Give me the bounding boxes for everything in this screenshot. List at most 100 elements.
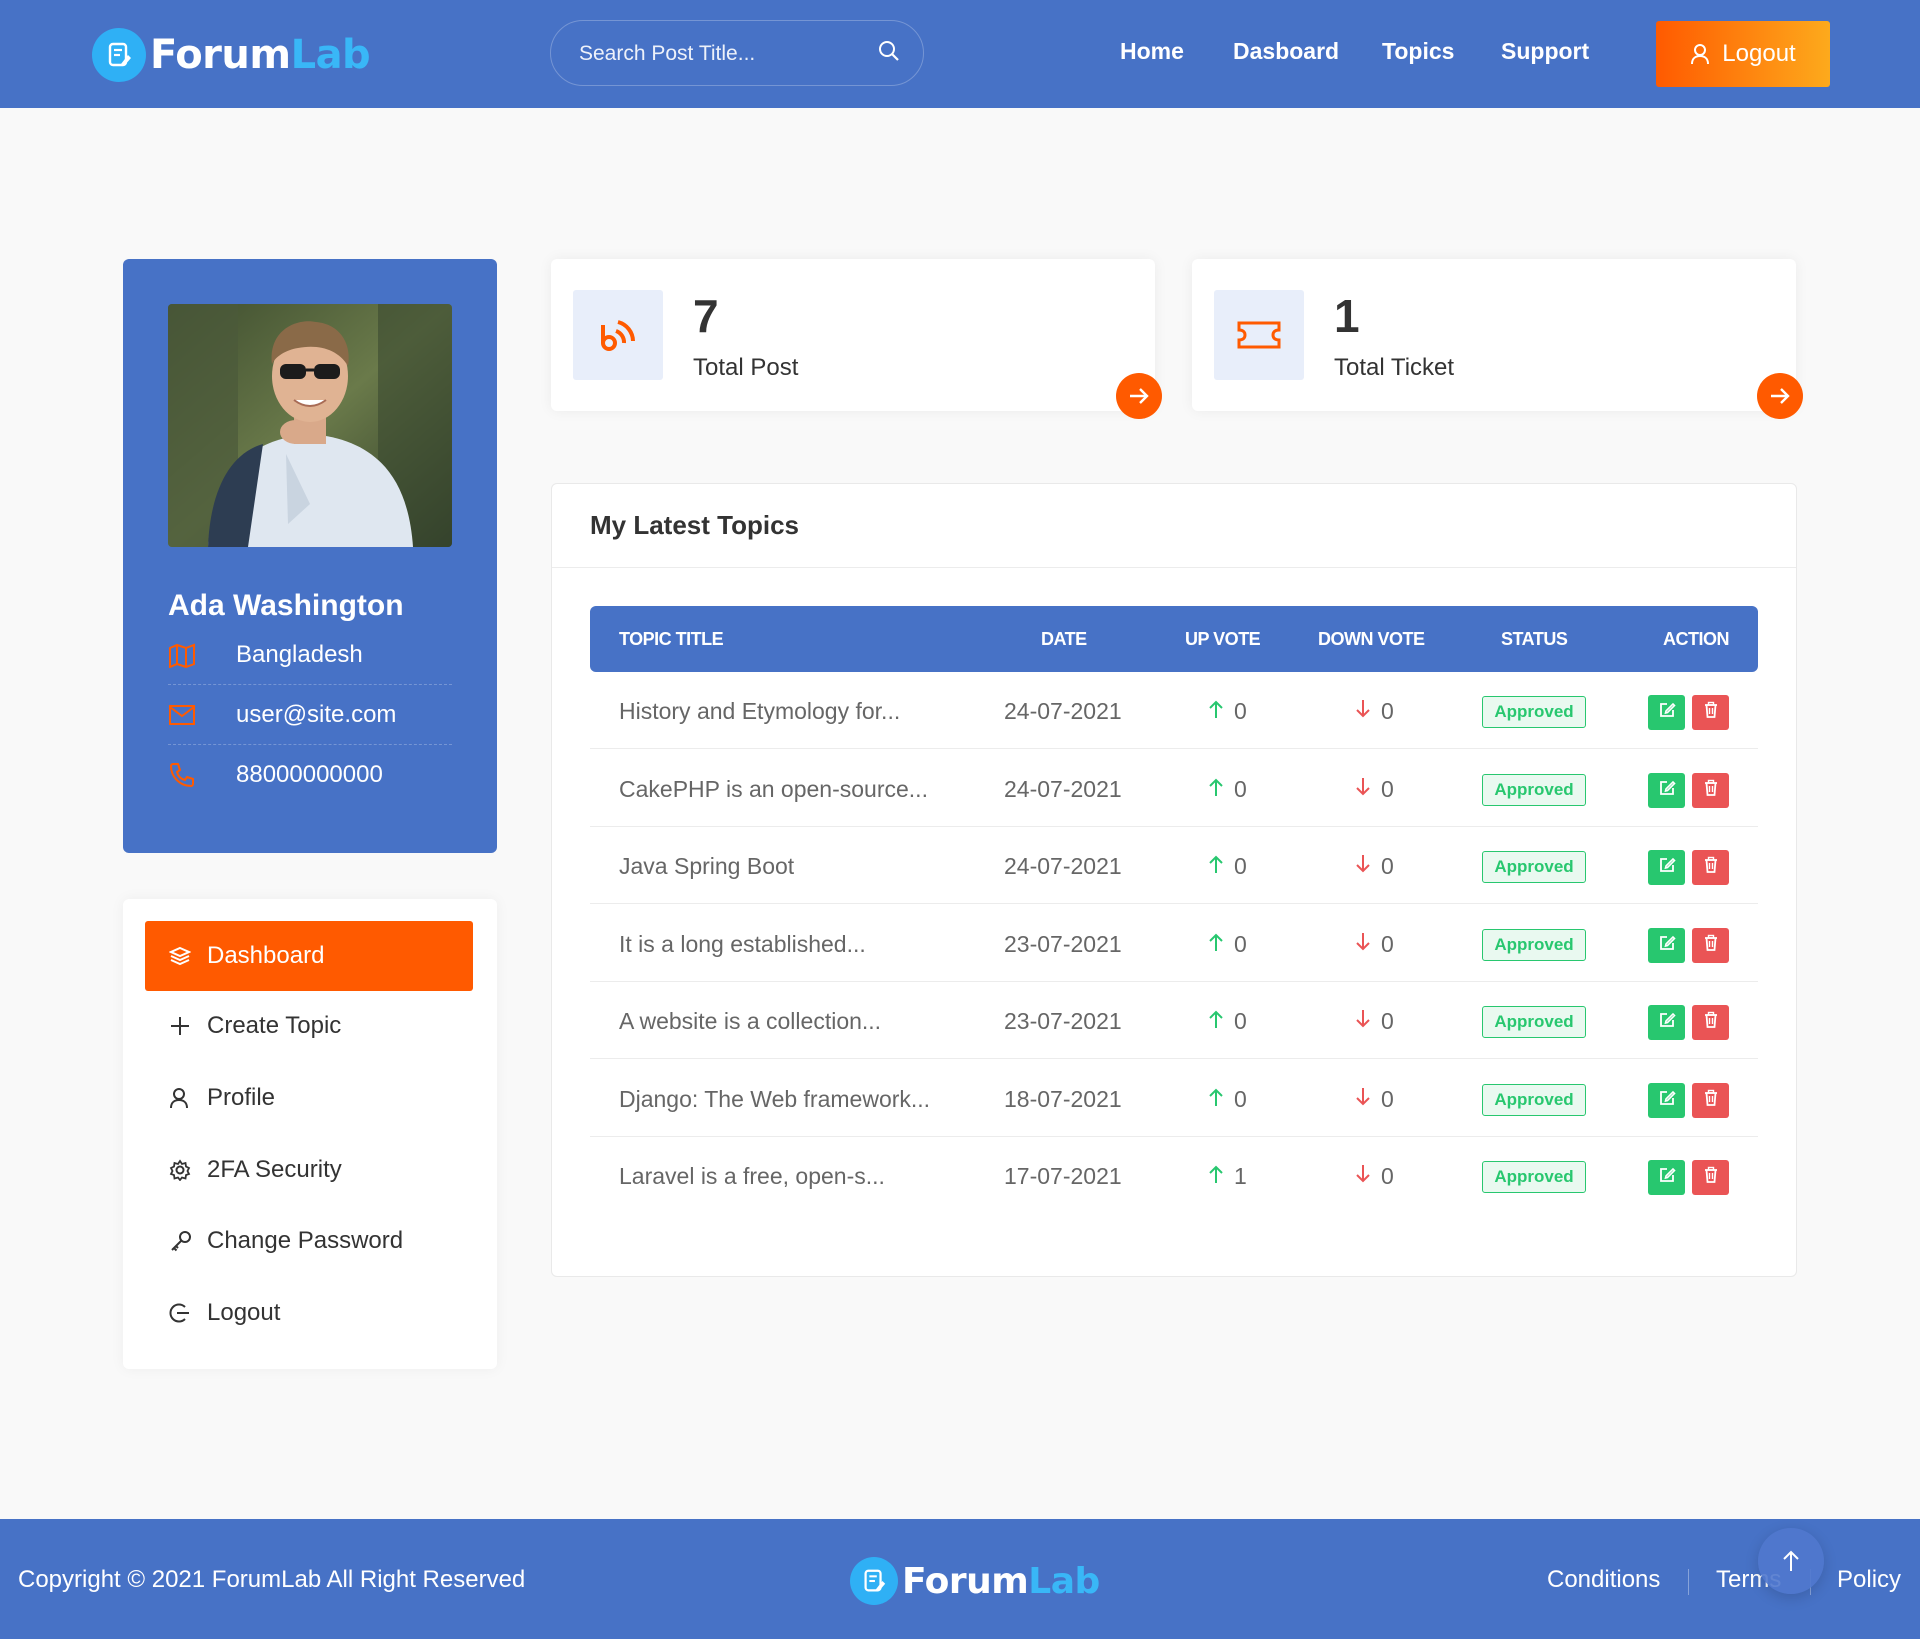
topic-title[interactable]: History and Etymology for... <box>619 698 900 725</box>
latest-topics-card: My Latest Topics TOPIC TITLE DATE UP VOT… <box>551 483 1797 1277</box>
header-logout-label: Logout <box>1722 40 1796 67</box>
nav-support[interactable]: Support <box>1501 38 1589 65</box>
gear-icon <box>169 1159 207 1181</box>
arrow-down-icon <box>1355 931 1381 958</box>
arrow-down-icon <box>1355 1163 1381 1190</box>
topic-title[interactable]: A website is a collection... <box>619 1008 881 1035</box>
plus-icon <box>169 1015 207 1037</box>
site-footer: Copyright © 2021 ForumLab All Right Rese… <box>0 1519 1920 1639</box>
edit-icon <box>1658 856 1676 879</box>
topic-date: 24-07-2021 <box>1004 698 1122 724</box>
column-header: UP VOTE <box>1185 629 1261 649</box>
edit-button[interactable] <box>1648 927 1685 963</box>
arrow-down-icon <box>1355 853 1381 880</box>
topic-date: 17-07-2021 <box>1004 1163 1122 1189</box>
edit-button[interactable] <box>1648 772 1685 808</box>
footer-link-policy[interactable]: Policy <box>1837 1566 1901 1594</box>
stat-card-total-ticket: 1 Total Ticket <box>1192 259 1803 419</box>
search-box <box>550 20 924 86</box>
delete-button[interactable] <box>1692 695 1729 730</box>
profile-email[interactable]: user@site.com <box>236 701 396 729</box>
delete-button[interactable] <box>1692 772 1729 808</box>
arrow-down-icon <box>1355 776 1381 803</box>
arrow-down-icon <box>1355 698 1381 725</box>
delete-button[interactable] <box>1692 1005 1729 1040</box>
table-header: TOPIC TITLE DATE UP VOTE DOWN VOTE STATU… <box>590 606 1758 672</box>
key-icon <box>169 1229 207 1253</box>
edit-button[interactable] <box>1648 695 1685 730</box>
delete-button[interactable] <box>1692 927 1729 963</box>
section-title: My Latest Topics <box>590 510 800 540</box>
nav-dashboard[interactable]: Dasboard <box>1233 38 1339 65</box>
column-header: STATUS <box>1501 629 1568 649</box>
menu-item-label: Dashboard <box>207 942 325 969</box>
trash-icon <box>1703 934 1719 957</box>
menu-item-change-password[interactable]: Change Password <box>145 1206 473 1276</box>
scroll-to-top-button[interactable] <box>1758 1528 1824 1594</box>
down-vote-cell: 0 <box>1355 931 1394 958</box>
stat-card-total-post: 7 Total Post <box>551 259 1162 419</box>
menu-item-logout[interactable]: Logout <box>145 1278 473 1348</box>
table-row: Java Spring Boot 24-07-2021 0 0 Approved <box>590 827 1758 904</box>
up-vote-cell: 0 <box>1208 1008 1247 1035</box>
edit-icon <box>1658 1089 1676 1112</box>
site-logo[interactable]: Forum Lab <box>92 28 371 82</box>
topic-title[interactable]: It is a long established... <box>619 931 866 958</box>
menu-item-profile[interactable]: Profile <box>145 1063 473 1133</box>
nav-home[interactable]: Home <box>1120 38 1184 65</box>
table-row: History and Etymology for... 24-07-2021 0 0… <box>590 672 1758 749</box>
column-header: TOPIC TITLE <box>619 629 724 649</box>
delete-button[interactable] <box>1692 1082 1729 1118</box>
edit-button[interactable] <box>1648 1160 1685 1195</box>
menu-item-2fa-security[interactable]: 2FA Security <box>145 1135 473 1205</box>
arrow-down-icon <box>1355 1008 1381 1035</box>
nav-topics[interactable]: Topics <box>1382 38 1454 65</box>
profile-country-row: Bangladesh <box>168 625 452 685</box>
down-vote-count: 0 <box>1381 930 1394 957</box>
status-badge: Approved <box>1482 1161 1586 1193</box>
up-vote-cell: 0 <box>1208 698 1247 725</box>
status-badge: Approved <box>1482 928 1586 961</box>
arrow-up-icon <box>1208 931 1234 958</box>
arrow-right-icon[interactable] <box>1757 373 1803 419</box>
edit-button[interactable] <box>1648 1082 1685 1118</box>
footer-logo[interactable]: Forum Lab <box>850 1557 1100 1605</box>
menu-item-dashboard[interactable]: Dashboard <box>145 921 473 991</box>
logout-icon <box>169 1302 207 1324</box>
arrow-right-icon[interactable] <box>1116 373 1162 419</box>
table-row: A website is a collection... 23-07-2021 0 0… <box>590 982 1758 1059</box>
edit-button[interactable] <box>1648 850 1685 885</box>
up-vote-count: 1 <box>1234 1163 1247 1189</box>
search-input[interactable] <box>579 39 859 69</box>
arrow-up-icon <box>1208 776 1234 803</box>
edit-icon <box>1658 779 1676 802</box>
edit-icon <box>1658 1011 1676 1034</box>
up-vote-count: 0 <box>1234 930 1247 957</box>
status-badge: Approved <box>1482 696 1586 728</box>
delete-button[interactable] <box>1692 850 1729 885</box>
topic-title[interactable]: Java Spring Boot <box>619 853 794 880</box>
topic-date: 23-07-2021 <box>1004 930 1122 957</box>
edit-button[interactable] <box>1648 1005 1685 1040</box>
topic-title[interactable]: Laravel is a free, open-s... <box>619 1163 885 1190</box>
edit-icon <box>1658 934 1676 957</box>
down-vote-cell: 0 <box>1355 698 1394 725</box>
stat-value: 7 <box>693 290 719 342</box>
stat-value: 1 <box>1334 290 1360 342</box>
topic-title[interactable]: CakePHP is an open-source... <box>619 776 928 803</box>
menu-item-create-topic[interactable]: Create Topic <box>145 991 473 1061</box>
avatar <box>168 304 452 547</box>
arrow-up-icon <box>1208 1163 1234 1190</box>
delete-button[interactable] <box>1692 1160 1729 1195</box>
search-icon[interactable] <box>877 39 901 68</box>
trash-icon <box>1703 1089 1719 1112</box>
status-badge: Approved <box>1482 851 1586 883</box>
header-logout-button[interactable]: Logout <box>1656 21 1830 87</box>
topic-date: 18-07-2021 <box>1004 1085 1122 1112</box>
logo-text-lab: Lab <box>1028 1560 1100 1602</box>
topic-title[interactable]: Django: The Web framework... <box>619 1086 930 1113</box>
copyright-text: Copyright © 2021 ForumLab All Right Rese… <box>18 1566 526 1593</box>
up-vote-cell: 0 <box>1208 931 1247 958</box>
footer-link-conditions[interactable]: Conditions <box>1547 1566 1660 1594</box>
logo-text-forum: Forum <box>902 1560 1029 1602</box>
